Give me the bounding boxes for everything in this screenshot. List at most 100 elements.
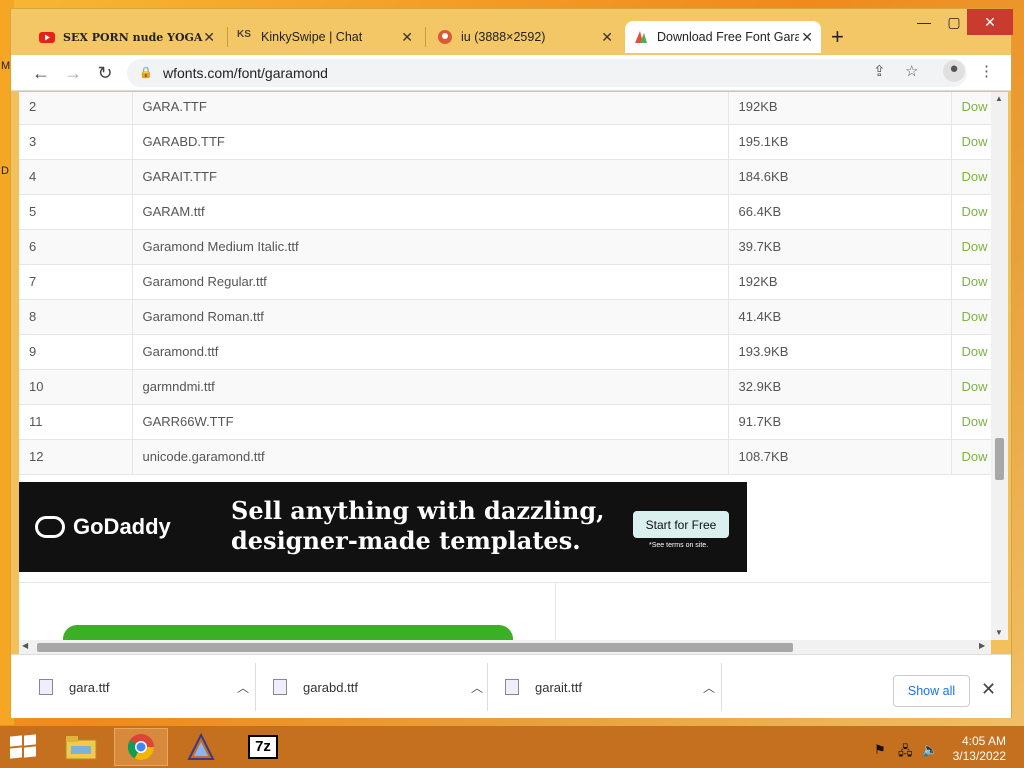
show-all-button[interactable]: Show all: [893, 675, 970, 707]
tab-strip: SEX PORN nude YOGA ✕ KS KinkySwipe | Cha…: [11, 9, 1013, 55]
download-filename: garabd.ttf: [303, 679, 358, 695]
vertical-scrollbar[interactable]: ▲ ▼: [991, 92, 1008, 640]
tab-close-icon[interactable]: ✕: [801, 29, 813, 46]
tab-title: KinkySwipe | Chat: [261, 30, 363, 44]
page-content: 2 GARA.TTF 192KB Dow 3 GARABD.TTF 195.1KB Dow 4 G…: [19, 92, 991, 640]
url-text: wfonts.com/font/garamond: [163, 65, 328, 81]
profile-avatar-icon[interactable]: ●: [943, 60, 965, 82]
chevron-up-icon[interactable]: ︿: [703, 679, 715, 696]
taskbar: 7z ⚑ 🖧 🔈 4:05 AM 3/13/2022: [0, 726, 1024, 768]
chevron-up-icon[interactable]: ︿: [237, 679, 249, 696]
ad-start-button[interactable]: Start for Free: [633, 511, 729, 538]
browser-window: SEX PORN nude YOGA ✕ KS KinkySwipe | Cha…: [10, 8, 1013, 719]
horizontal-scrollbar[interactable]: ◀ ▶: [19, 640, 991, 654]
file-icon: [273, 679, 287, 695]
table-row: 9 Garamond.ttf 193.9KB Dow: [19, 334, 991, 370]
file-size: 41.4KB: [728, 299, 952, 335]
chrome-icon[interactable]: [114, 728, 168, 766]
forward-arrow-icon[interactable]: →: [61, 61, 85, 85]
action-center-flag-icon[interactable]: ⚑: [874, 742, 886, 758]
close-window-button[interactable]: ✕: [967, 9, 1013, 35]
godaddy-logo: GoDaddy: [35, 514, 171, 540]
row-number: 10: [19, 369, 133, 405]
tab-title: iu (3888×2592): [461, 30, 546, 44]
font-filename: unicode.garamond.ttf: [132, 439, 729, 475]
minimize-button[interactable]: —: [909, 9, 939, 35]
app-a-icon[interactable]: [174, 728, 228, 766]
font-filename: Garamond Regular.ttf: [132, 264, 729, 300]
file-size: 192KB: [728, 264, 952, 300]
tab-close-icon[interactable]: ✕: [401, 29, 413, 46]
row-number: 4: [19, 159, 133, 195]
tab-close-icon[interactable]: ✕: [203, 29, 215, 46]
file-icon: [39, 679, 53, 695]
table-row: 4 GARAIT.TTF 184.6KB Dow: [19, 159, 991, 195]
horizontal-scroll-thumb[interactable]: [37, 643, 793, 652]
bookmark-star-icon[interactable]: ☆: [905, 62, 918, 80]
download-item[interactable]: garabd.ttf ︿: [273, 655, 483, 719]
network-icon[interactable]: 🖧: [898, 742, 913, 764]
download-filename: gara.ttf: [69, 679, 110, 695]
download-filename: garait.ttf: [535, 679, 582, 695]
godaddy-logo-icon: [35, 516, 65, 538]
file-icon: [505, 679, 519, 695]
file-size: 32.9KB: [728, 369, 952, 405]
reload-icon[interactable]: ↻: [93, 61, 117, 85]
download-button[interactable]: [63, 625, 513, 640]
column-divider: [555, 583, 556, 640]
download-link[interactable]: Dow: [951, 369, 991, 405]
7zip-icon[interactable]: 7z: [236, 728, 290, 766]
file-size: 193.9KB: [728, 334, 952, 370]
file-explorer-icon[interactable]: [54, 728, 108, 766]
share-icon[interactable]: ⇪: [873, 62, 886, 80]
windows-start-icon[interactable]: [10, 734, 38, 760]
download-link[interactable]: Dow: [951, 229, 991, 265]
close-shelf-icon[interactable]: ✕: [981, 679, 996, 700]
download-link[interactable]: Dow: [951, 264, 991, 300]
ad-headline-line: Sell anything with dazzling,: [231, 496, 605, 525]
tab-wfonts-active[interactable]: Download Free Font Gara ✕: [625, 21, 821, 53]
download-item[interactable]: garait.ttf ︿: [505, 655, 715, 719]
menu-kebab-icon[interactable]: ⋮: [979, 62, 994, 80]
browser-toolbar: ← → ↻ 🔒 wfonts.com/font/garamond ⇪ ☆ ● ⋮: [11, 55, 1011, 91]
download-link[interactable]: Dow: [951, 439, 991, 475]
lower-content-area: [19, 582, 991, 640]
chevron-up-icon[interactable]: ︿: [471, 679, 483, 696]
tab-youtube[interactable]: SEX PORN nude YOGA ✕: [31, 21, 223, 53]
ad-headline: Sell anything with dazzling, designer-ma…: [231, 496, 611, 556]
table-row: 8 Garamond Roman.ttf 41.4KB Dow: [19, 299, 991, 335]
scroll-left-icon[interactable]: ◀: [22, 641, 28, 650]
scroll-down-icon[interactable]: ▼: [995, 628, 1003, 637]
clock-date: 3/13/2022: [952, 749, 1006, 763]
ad-headline-line: designer-made templates.: [231, 526, 581, 555]
volume-muted-icon[interactable]: 🔈: [922, 742, 938, 758]
download-link[interactable]: Dow: [951, 299, 991, 335]
download-link[interactable]: Dow: [951, 194, 991, 230]
address-bar[interactable]: 🔒 wfonts.com/font/garamond: [127, 59, 967, 87]
table-row: 10 garmndmi.ttf 32.9KB Dow: [19, 369, 991, 405]
row-number: 2: [19, 92, 133, 125]
tab-iu-image[interactable]: iu (3888×2592) ✕: [429, 21, 621, 53]
download-item[interactable]: gara.ttf ︿: [39, 655, 249, 719]
download-link[interactable]: Dow: [951, 334, 991, 370]
vertical-scroll-thumb[interactable]: [995, 438, 1004, 480]
new-tab-button[interactable]: +: [831, 24, 844, 50]
row-number: 6: [19, 229, 133, 265]
scroll-up-icon[interactable]: ▲: [995, 94, 1003, 103]
scroll-right-icon[interactable]: ▶: [979, 641, 985, 650]
download-link[interactable]: Dow: [951, 404, 991, 440]
tab-close-icon[interactable]: ✕: [601, 29, 613, 46]
7zip-label: 7z: [248, 735, 278, 759]
download-link[interactable]: Dow: [951, 159, 991, 195]
ad-terms: *See terms on site.: [649, 542, 709, 549]
row-number: 5: [19, 194, 133, 230]
godaddy-ad-banner[interactable]: GoDaddy Sell anything with dazzling, des…: [19, 482, 747, 572]
download-link[interactable]: Dow: [951, 92, 991, 125]
download-link[interactable]: Dow: [951, 124, 991, 160]
table-row: 12 unicode.garamond.ttf 108.7KB Dow: [19, 439, 991, 475]
back-arrow-icon[interactable]: ←: [29, 61, 53, 85]
youtube-icon: [39, 29, 55, 45]
system-clock[interactable]: 4:05 AM 3/13/2022: [948, 734, 1006, 764]
maximize-button[interactable]: ▢: [939, 9, 969, 35]
tab-kinkyswipe[interactable]: KS KinkySwipe | Chat ✕: [229, 21, 421, 53]
